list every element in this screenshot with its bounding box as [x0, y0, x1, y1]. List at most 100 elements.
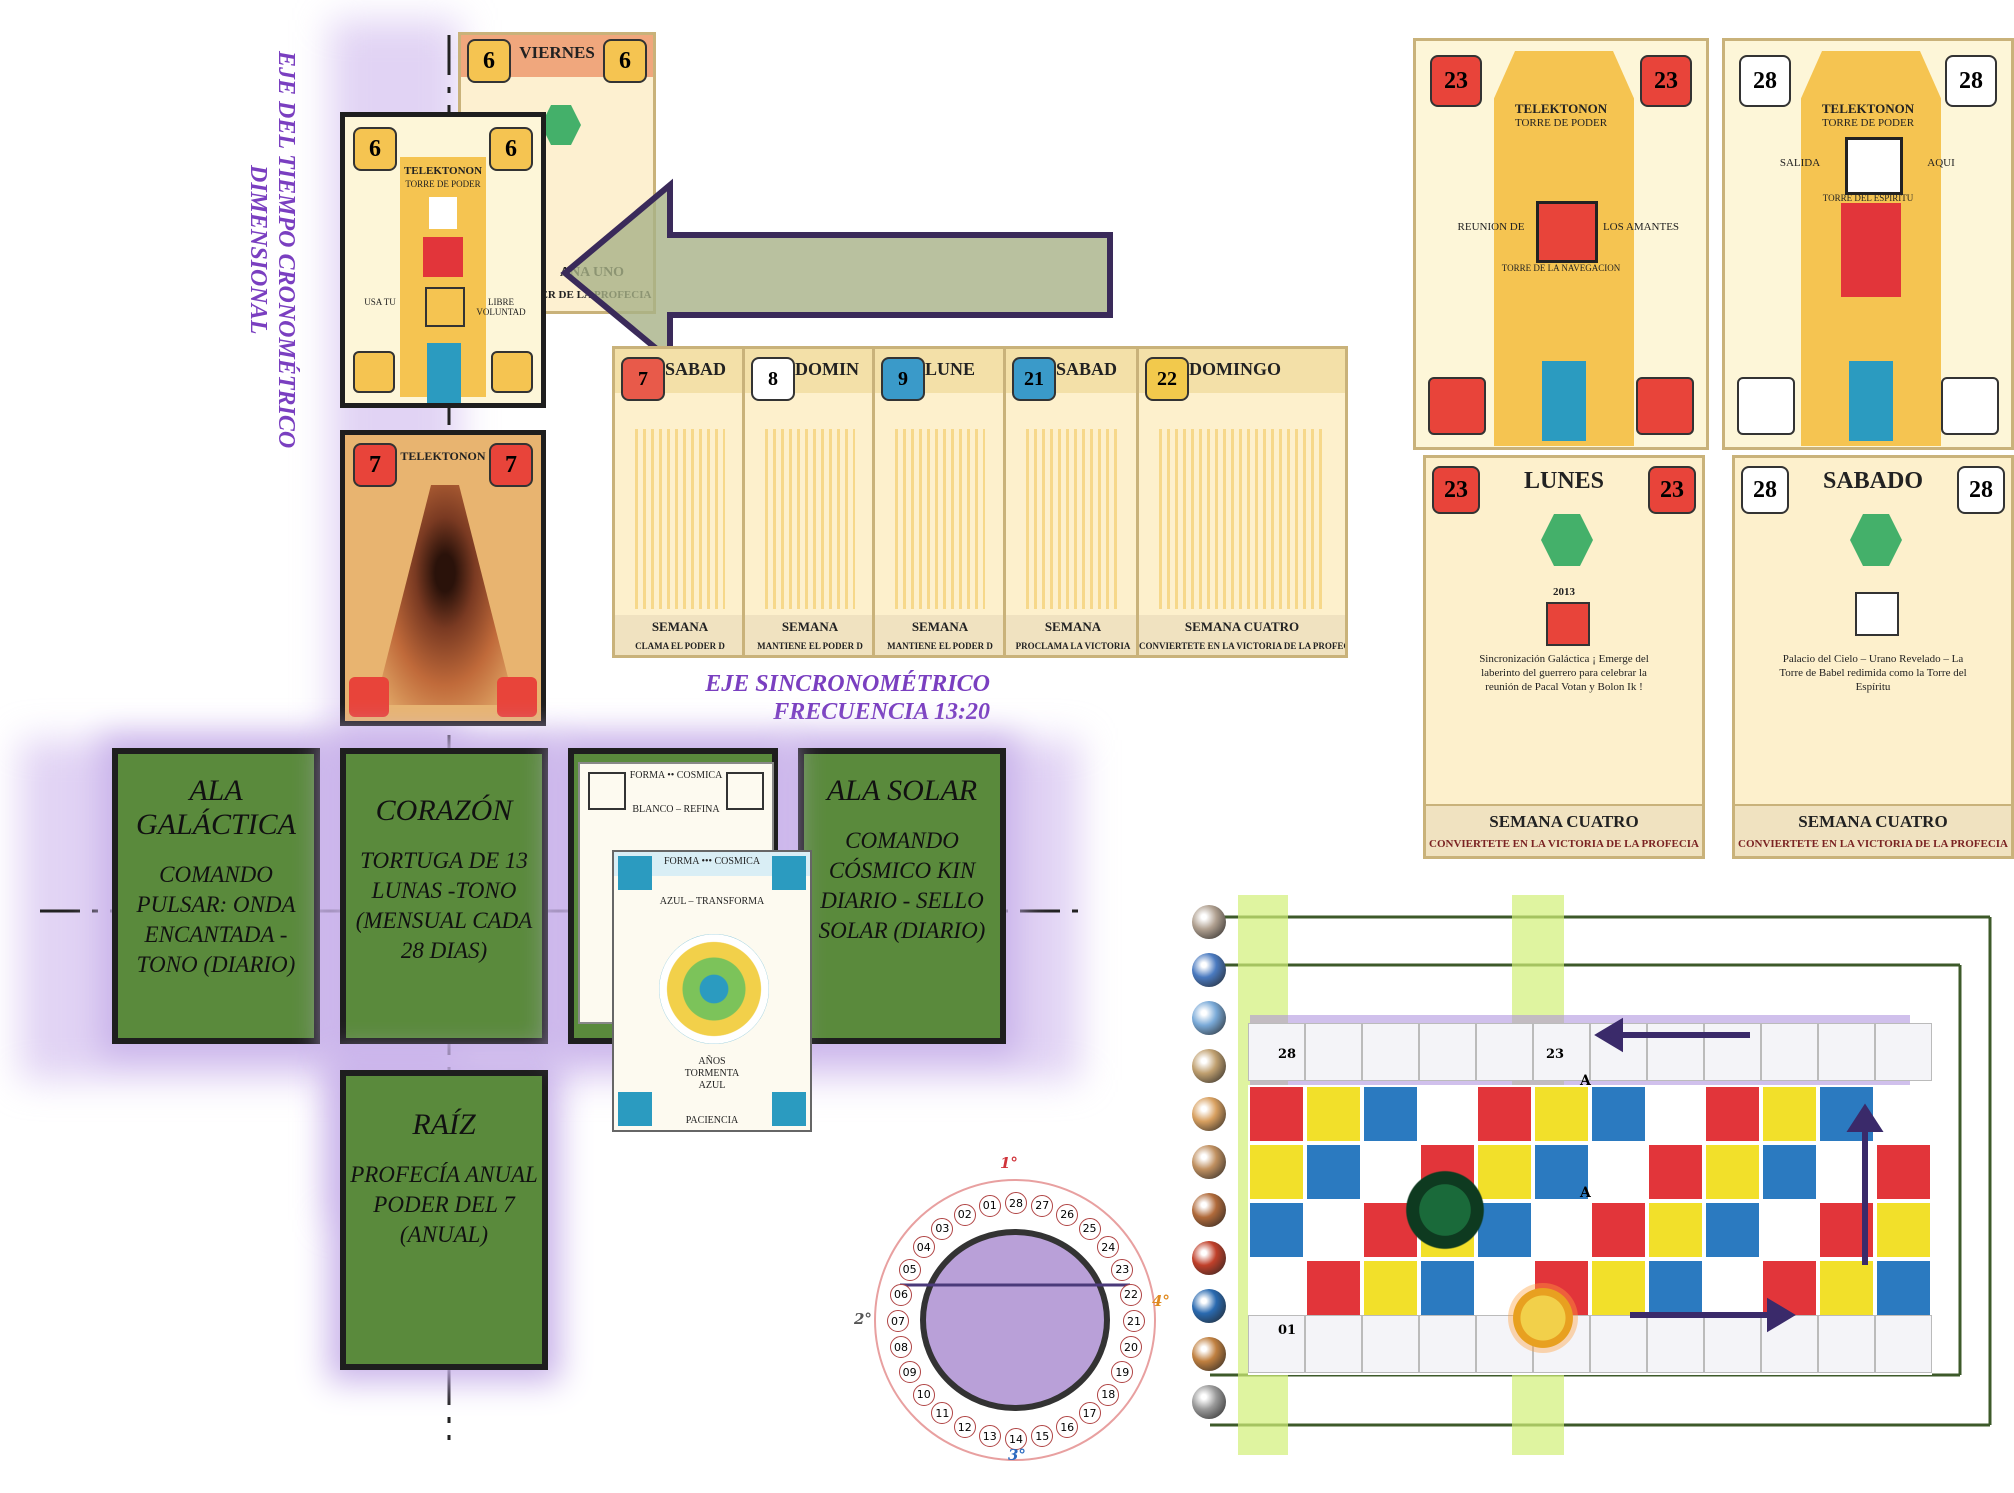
telektonon-28-number-right: 28: [1945, 55, 1997, 107]
telektonon-28-right: AQUI: [1927, 157, 1955, 169]
lunes-number-left: 23: [1432, 466, 1480, 514]
sabado-day: SABADO: [1822, 468, 1924, 494]
red-block: [1841, 203, 1901, 297]
sabado-sub: CONVIERTETE EN LA VICTORIA DE LA PROFECI…: [1738, 838, 2008, 850]
ring-number: 03: [931, 1217, 954, 1240]
ring-number: 06: [889, 1283, 912, 1306]
turtle-ring: 01 02 03 04 05 06 07 08 09 10 11 12 13 14 15 16 17 18 19 20…: [854, 1154, 1170, 1470]
telektonon-28-number-left: 28: [1739, 55, 1791, 107]
hexagon-icon: [541, 105, 581, 145]
telektonon-23-bottom: TORRE DE LA NAVEGACION: [1501, 263, 1621, 273]
day-card-number: 22: [1145, 357, 1189, 401]
telektonon-23-number-left: 23: [1430, 55, 1482, 107]
ring-number: 09: [898, 1361, 921, 1384]
day-card-day: LUNE: [925, 359, 976, 379]
day-card-sub: CONVIERTETE EN LA VICTORIA DE LA PROFECI…: [1139, 641, 1345, 651]
day-card: 22 DOMINGO SEMANA CUATRO CONVIERTETE EN …: [1136, 346, 1348, 658]
left-arrow: [560, 178, 1113, 365]
telektonon-28-sub: TORRE DE PODER: [1821, 117, 1915, 129]
sabado-number-left: 28: [1741, 466, 1789, 514]
red-block: [423, 237, 463, 277]
lunes-footer: SEMANA CUATRO: [1489, 812, 1639, 831]
corazon-title: CORAZÓN: [375, 794, 513, 827]
ring-number: 17: [1078, 1402, 1101, 1425]
lunes-card: 23 23 LUNES 2013 Sincronización Galáctic…: [1423, 455, 1705, 859]
oracle-front-bottom1: AÑOS: [698, 1056, 726, 1067]
storm-icon-tr: [772, 856, 806, 890]
day-card-sub: CLAMA EL PODER D: [635, 641, 725, 651]
corazon-body: TORTUGA DE 13 LUNAS -TONO (MENSUAL CADA …: [355, 848, 533, 963]
telektonon-28-bottom: TORRE DEL ESPIRITU: [1822, 193, 1914, 203]
telektonon-6-title: TELEKTONON: [403, 165, 483, 177]
smile-icon: [588, 772, 626, 810]
telektonon-23-sub: TORRE DE PODER: [1514, 117, 1608, 129]
storm-icon-tl: [618, 856, 652, 890]
oracle-front-footer: PACIENCIA: [685, 1115, 739, 1126]
corazon-box: CORAZÓN TORTUGA DE 13 LUNAS -TONO (MENSU…: [340, 748, 548, 1044]
mandala-icon: [659, 934, 769, 1044]
ring-number: 23: [1111, 1258, 1134, 1281]
ala-solar-box: ALA SOLAR COMANDO CÓSMICO KIN DIARIO - S…: [798, 748, 1006, 1044]
telektonon-23-card: 23 23 TELEKTONON TORRE DE PODER REUNION …: [1413, 38, 1709, 450]
blue-block: [427, 343, 461, 403]
ring-number: 26: [1056, 1203, 1079, 1226]
telektonon-7-title: TELEKTONON: [400, 449, 486, 463]
telektonon-23-left: REUNION DE: [1457, 221, 1525, 233]
oracle-back-top: FORMA •• COSMICA: [629, 770, 723, 781]
storm-icon-br: [772, 1092, 806, 1126]
rays-icon: [895, 429, 985, 609]
ala-galactica-title: ALA GALÁCTICA: [135, 774, 297, 841]
ring-label-4: 4°: [1152, 1292, 1170, 1310]
day-card-day: DOMIN: [795, 359, 859, 379]
ring-number: 04: [912, 1236, 935, 1259]
sabado-body: Palacio del Cielo – Urano Revelado – La …: [1779, 653, 1967, 693]
rays-icon: [1159, 429, 1325, 609]
oracle-front-bottom: AÑOS TORMENTA AZUL: [654, 1056, 770, 1092]
sabado-number-right: 28: [1957, 466, 2005, 514]
telektonon-28-title: TELEKTONON: [1821, 101, 1915, 116]
wind-glyph-icon: [1845, 137, 1903, 195]
mirror-icon: [726, 772, 764, 810]
ring-number: 07: [887, 1310, 909, 1332]
ring-label-1: 1°: [1000, 1154, 1018, 1172]
horizontal-axis-title-line1: EJE SINCRONOMÉTRICO: [705, 671, 990, 697]
rays-icon: [765, 429, 855, 609]
lunes-year: 2013: [1553, 586, 1575, 598]
ring-number: 21: [1123, 1310, 1145, 1332]
day-card-day: SABAD: [1056, 359, 1118, 379]
glyph-icon: [425, 287, 465, 327]
lunes-body: Sincronización Galáctica ¡ Emerge del la…: [1479, 653, 1649, 693]
ala-galactica-box: ALA GALÁCTICA COMANDO PULSAR: ONDA ENCAN…: [112, 748, 320, 1044]
telektonon-6-left-label: USA TU: [364, 297, 396, 307]
blue-block: [1849, 361, 1893, 441]
wind-glyph-icon: [1855, 592, 1899, 636]
telektonon-6-card: 6 6 TELEKTONON TORRE DE PODER USA TU LIB…: [340, 112, 546, 408]
day-card-day: SABAD: [665, 359, 727, 379]
ring-number: 05: [898, 1258, 921, 1281]
storm-icon-bl: [618, 1092, 652, 1126]
ring-label-3: 3°: [1008, 1446, 1026, 1464]
hexagon-icon: [1850, 514, 1902, 566]
day-card: 8 DOMIN SEMANA MANTIENE EL PODER D: [742, 346, 878, 658]
raiz-title: RAÍZ: [412, 1108, 476, 1141]
telektonon-23-right: LOS AMANTES: [1602, 221, 1680, 233]
telektonon-28-left: SALIDA: [1779, 157, 1821, 169]
dots-icon-right: [1941, 377, 1999, 435]
day-card-footer: SEMANA: [651, 619, 709, 634]
day-card-sub: PROCLAMA LA VICTORIA: [1015, 641, 1131, 651]
day-card-footer: SEMANA: [1044, 619, 1102, 634]
horizontal-axis-title: EJE SINCRONOMÉTRICO FRECUENCIA 13:20: [660, 670, 990, 726]
ring-number: 25: [1078, 1217, 1101, 1240]
ring-number: 01: [978, 1194, 1001, 1217]
raiz-body: PROFECÍA ANUAL PODER DEL 7 (ANUAL): [350, 1162, 538, 1247]
ala-solar-title: ALA SOLAR: [826, 774, 978, 807]
ring-number: 28: [1005, 1192, 1027, 1214]
sabado-footer: SEMANA CUATRO: [1798, 812, 1948, 831]
oracle-front-bottom3: AZUL: [698, 1080, 726, 1091]
serpent-glyph-icon: [1546, 602, 1590, 646]
serpent-glyph-icon: [1536, 201, 1598, 263]
telektonon-28-card: 28 28 TELEKTONON TORRE DE PODER SALIDA A…: [1722, 38, 2014, 450]
lunes-day: LUNES: [1523, 468, 1605, 494]
dots-icon-right: [491, 351, 533, 393]
day-card-number: 9: [881, 357, 925, 401]
